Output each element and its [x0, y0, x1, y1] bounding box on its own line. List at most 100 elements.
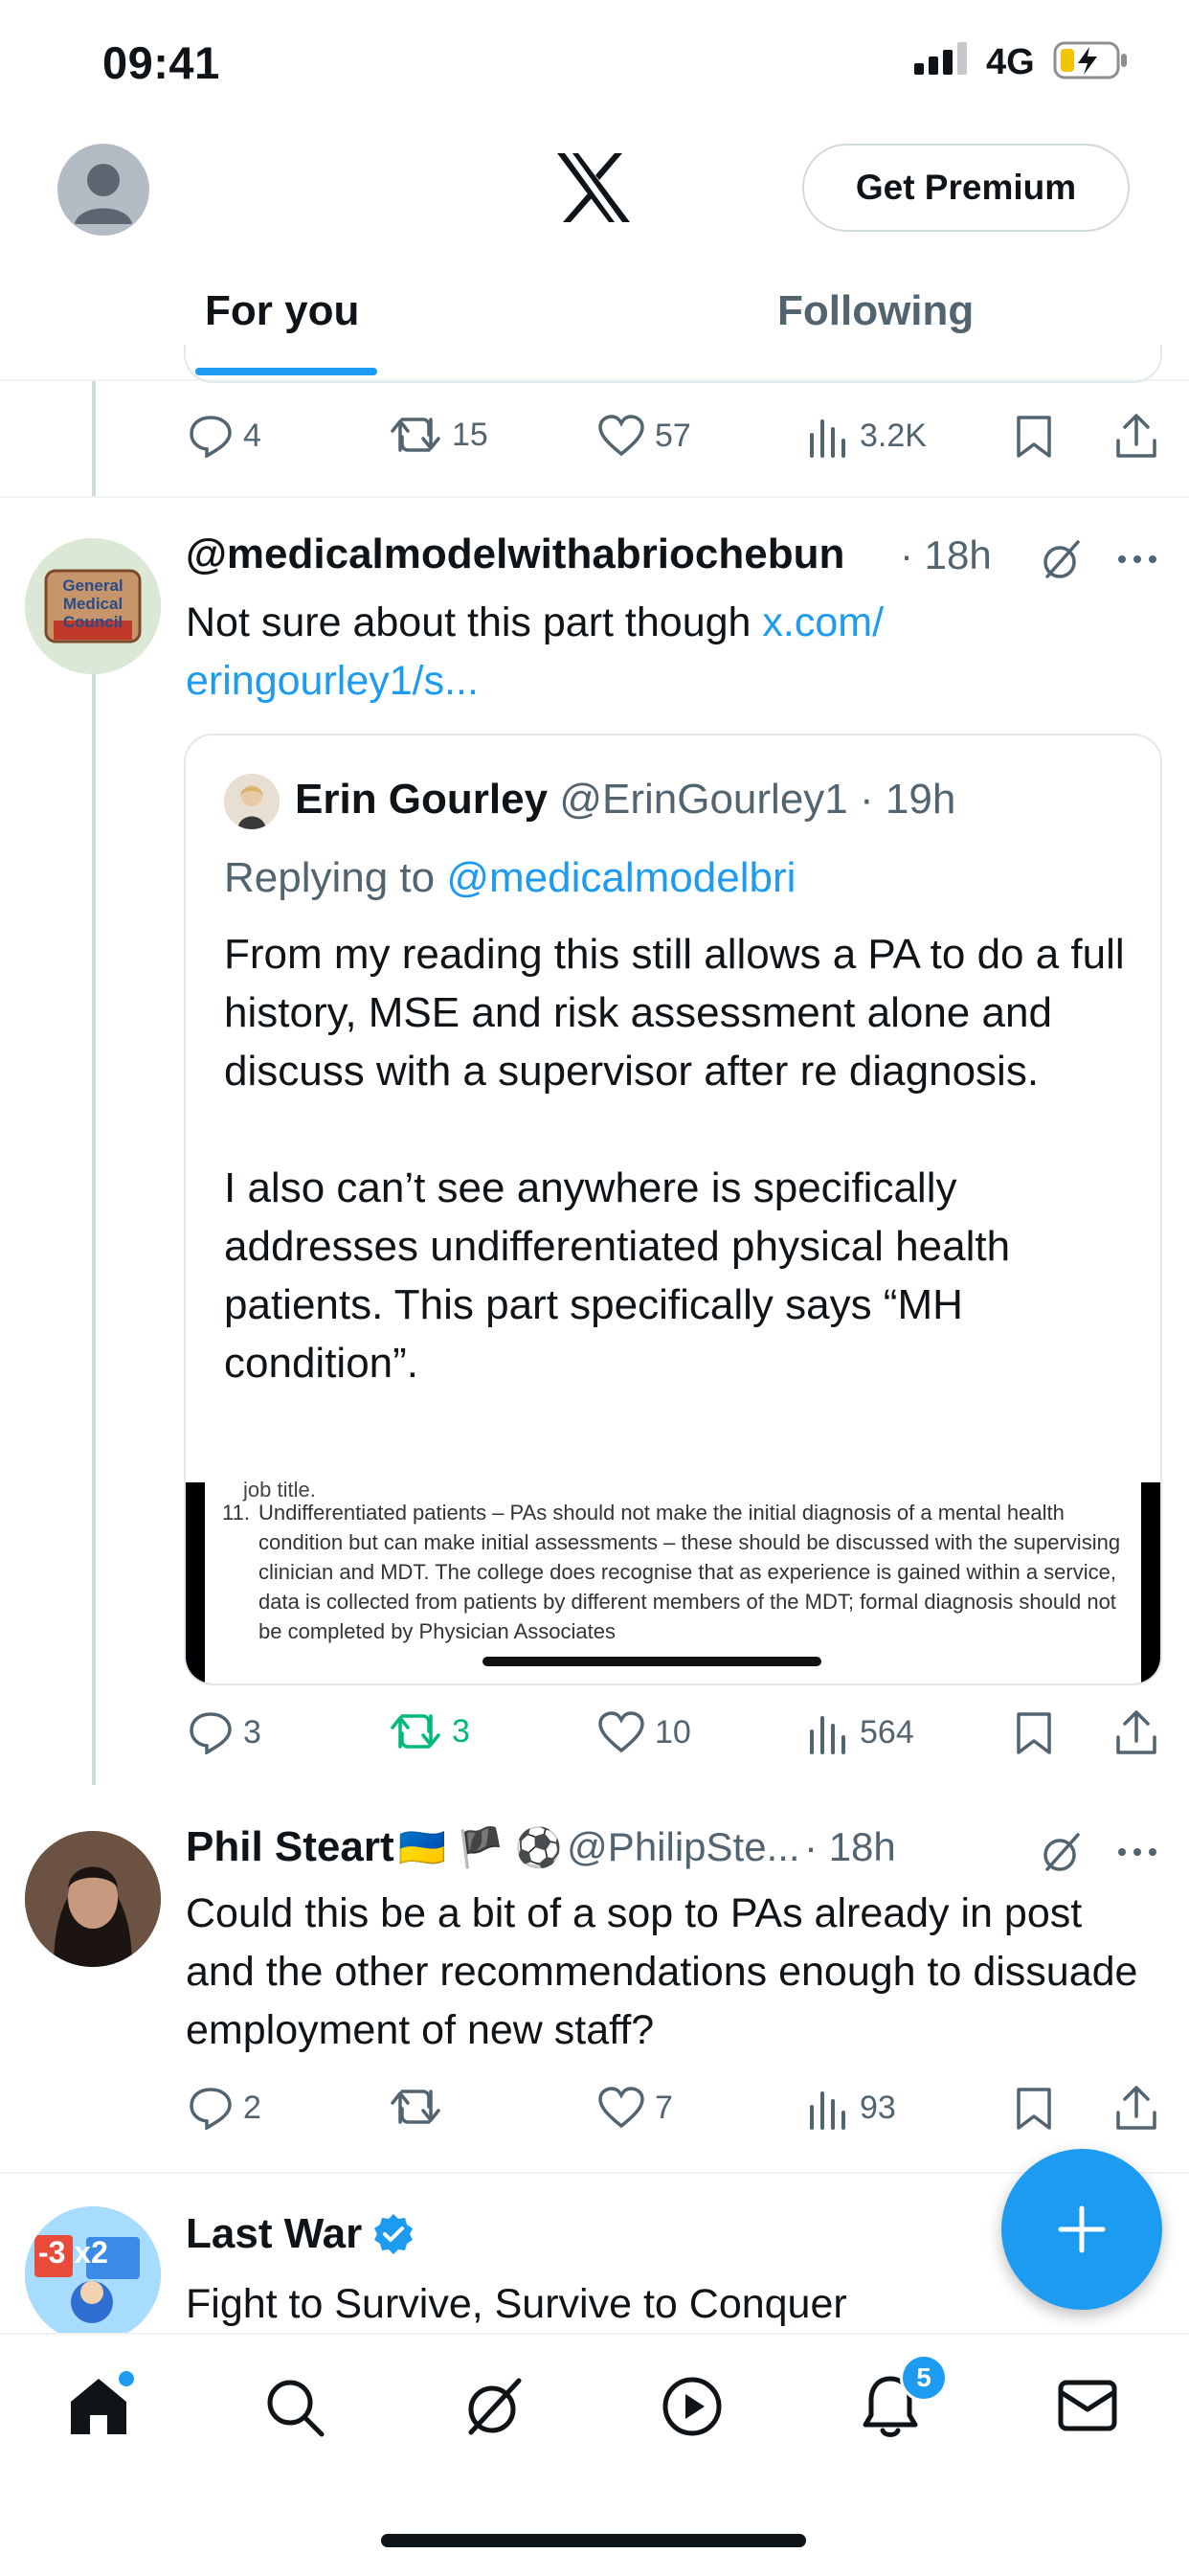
profile-avatar[interactable]	[57, 144, 149, 236]
home-unread-dot	[119, 2371, 134, 2386]
repost-count: 3	[452, 1712, 470, 1750]
video-icon[interactable]	[661, 2375, 724, 2438]
tab-following[interactable]: Following	[777, 287, 974, 335]
tweet-divider	[0, 496, 1189, 498]
share-icon[interactable]	[1114, 412, 1158, 460]
name-emojis: 🇺🇦 🏴 ⚽	[398, 1827, 563, 1869]
replying-to: Replying to @medicalmodelbri	[224, 854, 796, 902]
document-number: 11.	[222, 1501, 250, 1525]
tweet-avatar[interactable]: General Medical Council	[25, 538, 161, 674]
bookmark-icon[interactable]	[1015, 1710, 1053, 1756]
battery-icon	[1053, 40, 1130, 80]
bookmark-icon[interactable]	[1015, 2086, 1053, 2132]
thread-connector	[92, 674, 96, 1785]
views-icon	[810, 1716, 845, 1754]
views-count: 3.2K	[860, 417, 927, 454]
quoted-image[interactable]: job title. 11. Undifferentiated patients…	[186, 1478, 1160, 1683]
share-icon[interactable]	[1114, 1708, 1158, 1756]
reply-icon	[190, 2088, 232, 2130]
reply-button[interactable]: 3	[188, 1710, 261, 1754]
share-icon[interactable]	[1114, 2084, 1158, 2132]
tweet-text: Not sure about this part though x.com/ e…	[186, 594, 1143, 711]
like-button[interactable]: 7	[597, 2086, 673, 2130]
tweet-divider	[0, 2172, 1189, 2174]
tweet-author-name[interactable]: Last War	[186, 2210, 362, 2258]
views-icon	[810, 2091, 845, 2130]
views-count: 564	[860, 1713, 914, 1751]
replying-prefix: Replying to	[224, 854, 447, 901]
avatar-caption: -3 x2	[38, 2235, 108, 2270]
tweet-handle[interactable]: @medicalmodelwithabriochebun	[186, 531, 844, 578]
tweet-handle[interactable]: @PhilipSte...	[567, 1824, 799, 1869]
views-button[interactable]: 3.2K	[806, 414, 927, 458]
reply-icon	[190, 1712, 232, 1754]
heart-icon	[598, 1711, 644, 1753]
status-time: 09:41	[102, 37, 220, 88]
verified-badge-icon	[374, 2214, 414, 2254]
repost-icon	[391, 2090, 440, 2124]
tweet-time: · 18h	[900, 532, 992, 577]
quoted-tweet-card[interactable]: Erin Gourley @ErinGourley1 · 19h Replyin…	[184, 734, 1162, 1685]
reply-count: 4	[243, 417, 261, 454]
views-count: 93	[860, 2089, 896, 2126]
repost-count: 15	[452, 416, 488, 453]
more-options-icon[interactable]	[1116, 1846, 1158, 1858]
tweet-avatar[interactable]: -3 x2	[25, 2206, 161, 2342]
like-button[interactable]: 10	[597, 1710, 691, 1754]
tweet-header: Phil Steart 🇺🇦 🏴 ⚽ @PhilipSte... · 18h	[186, 1823, 896, 1871]
compose-button[interactable]	[1001, 2149, 1162, 2310]
grok-icon[interactable]	[1040, 1831, 1084, 1875]
tab-for-you[interactable]: For you	[205, 287, 359, 335]
views-button[interactable]: 564	[806, 1710, 914, 1754]
like-button[interactable]: 57	[597, 414, 691, 458]
more-options-icon[interactable]	[1116, 554, 1158, 565]
grok-icon[interactable]	[1040, 538, 1084, 582]
bookmark-icon[interactable]	[1015, 414, 1053, 460]
repost-button[interactable]: 3	[389, 1710, 470, 1752]
like-count: 57	[655, 417, 691, 454]
repost-icon	[391, 1714, 440, 1749]
notifications-badge: 5	[900, 2354, 948, 2402]
like-count: 7	[655, 2089, 673, 2126]
quoted-text: From my reading this still allows a PA t…	[224, 931, 1125, 1387]
document-excerpt: job title. 11. Undifferentiated patients…	[205, 1478, 1141, 1683]
image-home-bar	[482, 1657, 821, 1666]
document-text: Undifferentiated patients – PAs should n…	[258, 1501, 1121, 1643]
quoted-time: · 19h	[860, 776, 956, 823]
tweet-author-name[interactable]: Phil Steart	[186, 1823, 394, 1870]
views-button[interactable]: 93	[806, 2086, 896, 2130]
views-icon	[810, 419, 845, 458]
plus-icon	[1058, 2205, 1106, 2253]
messages-icon[interactable]	[1057, 2379, 1118, 2432]
tweet-text: Could this be a bit of a sop to PAs alre…	[186, 1890, 1138, 2053]
replying-handle[interactable]: @medicalmodelbri	[446, 854, 796, 901]
reply-button[interactable]: 4	[188, 414, 261, 458]
quoted-avatar[interactable]	[224, 774, 280, 829]
previous-quote-card-edge	[184, 345, 1162, 383]
quoted-header: Erin Gourley @ErinGourley1 · 19h	[295, 776, 955, 824]
repost-icon	[391, 418, 440, 452]
home-indicator	[381, 2534, 806, 2547]
like-count: 10	[655, 1713, 691, 1751]
search-icon[interactable]	[264, 2377, 325, 2438]
avatar-caption: General Medical Council	[62, 576, 123, 631]
reply-count: 3	[243, 1713, 261, 1751]
tweet-header: Last War	[186, 2210, 415, 2258]
reply-button[interactable]: 2	[188, 2086, 261, 2130]
heart-icon	[598, 2087, 644, 2129]
network-label: 4G	[986, 42, 1035, 82]
tweet-text: Fight to Survive, Survive to Conquer	[186, 2281, 847, 2327]
repost-button[interactable]	[389, 2086, 452, 2128]
signal-icon	[914, 42, 972, 75]
notifications-icon[interactable]: 5	[860, 2354, 948, 2438]
x-logo-icon[interactable]	[555, 151, 632, 224]
quoted-name[interactable]: Erin Gourley	[295, 776, 548, 823]
grok-icon[interactable]	[461, 2375, 527, 2440]
quoted-handle[interactable]: @ErinGourley1	[559, 776, 847, 823]
reply-icon	[190, 416, 232, 458]
tweet-avatar[interactable]	[25, 1831, 161, 1967]
repost-button[interactable]: 15	[389, 414, 488, 456]
thread-connector	[92, 381, 96, 498]
home-icon[interactable]	[67, 2371, 134, 2438]
get-premium-button[interactable]: Get Premium	[802, 144, 1130, 232]
